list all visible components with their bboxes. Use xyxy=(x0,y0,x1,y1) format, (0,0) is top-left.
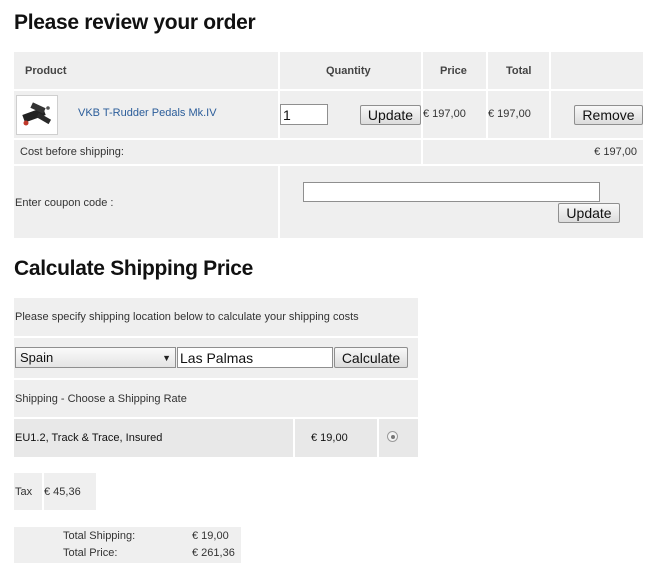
shipping-rate-name: EU1.2, Track & Trace, Insured xyxy=(15,432,163,444)
radio-selected-dot xyxy=(390,434,395,439)
total-shipping-value: € 19,00 xyxy=(192,530,229,542)
coupon-input-cell: Update xyxy=(280,166,643,238)
cost-before-shipping-label: Cost before shipping: xyxy=(20,146,124,158)
remove-cell: Remove xyxy=(551,91,643,138)
cost-before-shipping-value: € 197,00 xyxy=(594,146,637,158)
shipping-calculator-title: Calculate Shipping Price xyxy=(14,257,254,280)
shipping-rate-radio[interactable] xyxy=(387,431,398,442)
country-select[interactable]: Spain ▼ xyxy=(15,347,176,368)
table-row: VKB T-Rudder Pedals Mk.IV xyxy=(14,91,278,138)
product-name-link[interactable]: VKB T-Rudder Pedals Mk.IV xyxy=(78,107,217,119)
update-quantity-button[interactable]: Update xyxy=(360,105,421,125)
total-cell: € 197,00 xyxy=(488,91,549,138)
total-price-value: € 261,36 xyxy=(192,547,235,559)
country-select-value: Spain xyxy=(20,350,54,365)
coupon-label-cell: Enter coupon code : xyxy=(14,166,278,238)
quantity-cell: Update xyxy=(280,91,421,138)
quantity-column-header: Quantity xyxy=(326,65,371,77)
coupon-label: Enter coupon code : xyxy=(15,197,114,209)
total-header-cell: Total xyxy=(488,52,549,89)
total-shipping-label: Total Shipping: xyxy=(63,530,136,542)
tax-label: Tax xyxy=(15,486,33,498)
chevron-down-icon: ▼ xyxy=(162,353,171,363)
item-price: € 197,00 xyxy=(423,108,466,120)
price-column-header: Price xyxy=(440,65,467,77)
apply-coupon-button[interactable]: Update xyxy=(558,203,620,223)
price-header-cell: Price xyxy=(423,52,486,89)
order-review-title: Please review your order xyxy=(14,11,256,34)
shipping-instructions-cell: Please specify shipping location below t… xyxy=(14,298,418,336)
rudder-pedals-thumbnail-icon xyxy=(22,102,52,126)
remove-item-button[interactable]: Remove xyxy=(574,105,643,125)
price-cell: € 197,00 xyxy=(423,91,486,138)
quantity-header-cell: Quantity xyxy=(280,52,421,89)
action-header-cell xyxy=(551,52,643,89)
cost-before-shipping-label-cell: Cost before shipping: xyxy=(14,140,421,164)
product-column-header: Product xyxy=(25,65,67,77)
quantity-input[interactable] xyxy=(280,104,328,125)
shipping-instructions: Please specify shipping location below t… xyxy=(15,311,359,323)
product-header-cell: Product xyxy=(14,52,278,89)
tax-label-cell: Tax xyxy=(14,473,42,510)
shipping-rate-header-cell: Shipping - Choose a Shipping Rate xyxy=(14,380,418,417)
shipping-rate-header: Shipping - Choose a Shipping Rate xyxy=(15,393,187,405)
tax-value-cell: € 45,36 xyxy=(44,473,96,510)
shipping-rate-select-cell xyxy=(379,419,418,457)
shipping-rate-price: € 19,00 xyxy=(311,432,348,444)
shipping-rate-name-cell: EU1.2, Track & Trace, Insured xyxy=(14,419,293,457)
city-input[interactable] xyxy=(177,347,333,368)
shipping-location-cell: Spain ▼ Calculate xyxy=(14,338,418,378)
shipping-rate-price-cell: € 19,00 xyxy=(295,419,377,457)
tax-value: € 45,36 xyxy=(44,486,81,498)
calculate-shipping-button[interactable]: Calculate xyxy=(334,347,408,368)
item-total: € 197,00 xyxy=(488,108,531,120)
total-column-header: Total xyxy=(506,65,532,77)
totals-table: Total Shipping: € 19,00 Total Price: € 2… xyxy=(14,527,241,563)
coupon-code-input[interactable] xyxy=(303,182,600,202)
total-price-label: Total Price: xyxy=(63,547,118,559)
product-thumbnail[interactable] xyxy=(16,95,58,135)
cost-before-shipping-value-cell: € 197,00 xyxy=(423,140,643,164)
